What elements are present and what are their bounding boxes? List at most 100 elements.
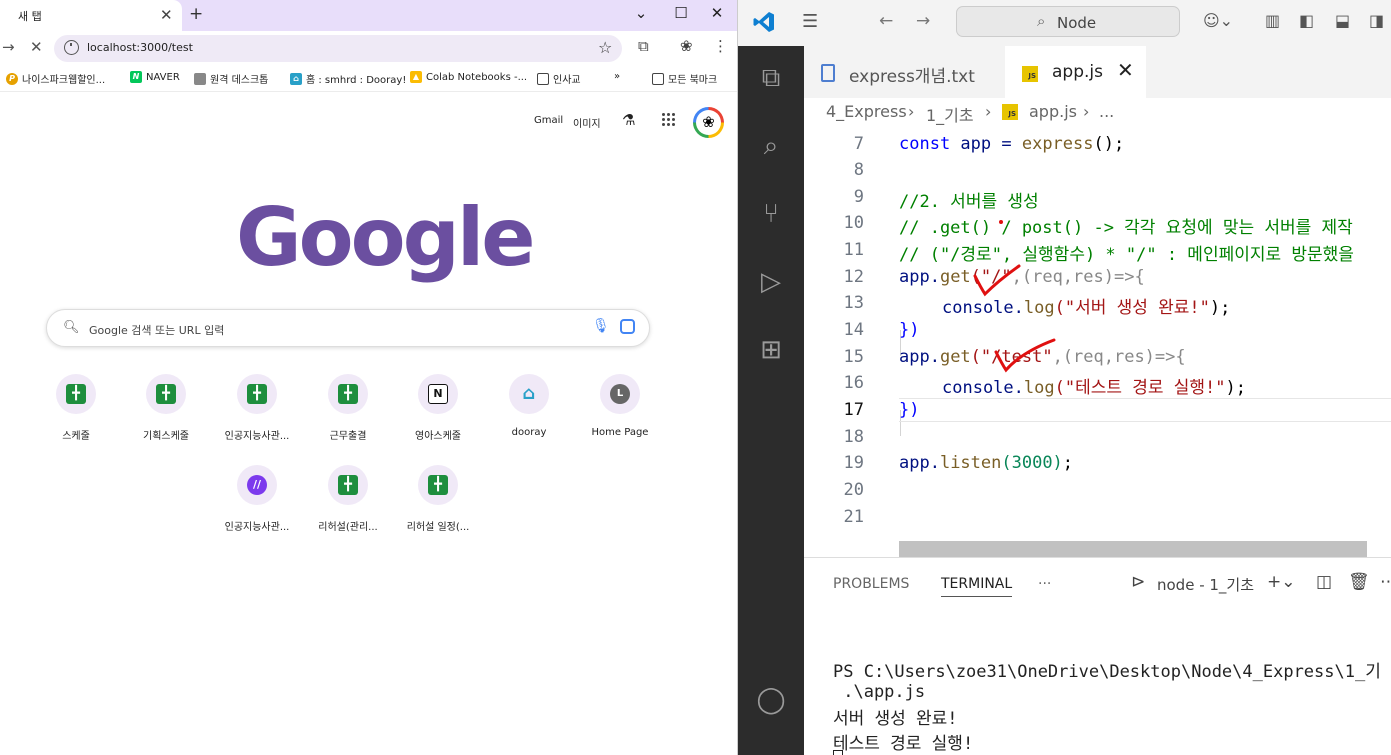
- toggle-secondary-sidebar-icon[interactable]: ◨: [1369, 11, 1384, 30]
- forward-arrow-icon[interactable]: →: [916, 11, 930, 31]
- shortcut-tile[interactable]: ╋ 스케줄: [31, 374, 121, 442]
- shortcut-tile[interactable]: L Home Page: [575, 374, 665, 438]
- address-bar[interactable]: localhost:3000/test ☆: [54, 35, 622, 62]
- stop-loading-icon[interactable]: ✕: [30, 38, 43, 56]
- layout-icon[interactable]: ▥: [1265, 11, 1280, 30]
- tab-problems[interactable]: PROBLEMS: [833, 576, 909, 592]
- split-terminal-icon[interactable]: ◫: [1316, 572, 1332, 592]
- bookmark-star-icon[interactable]: ☆: [598, 38, 612, 57]
- extensions-icon[interactable]: ⧉: [638, 37, 649, 55]
- shortcut-tile[interactable]: ╋ 기획스케줄: [121, 374, 211, 442]
- more-actions-icon[interactable]: ···: [1038, 576, 1051, 592]
- breadcrumb-item[interactable]: app.js: [1029, 102, 1077, 121]
- forward-icon[interactable]: →: [2, 38, 15, 56]
- site-info-icon[interactable]: [64, 40, 79, 55]
- code-line: 21: [843, 507, 864, 527]
- trash-icon[interactable]: 🗑︎: [1348, 572, 1370, 592]
- menu-icon[interactable]: ☰: [802, 11, 818, 32]
- bookmarks-bar: P 나이스파크웹할인... N NAVER 원격 데스크톱 ⌂ 홈 : smhrd :…: [0, 64, 737, 92]
- shortcut-tile[interactable]: // 인공지능사관...: [212, 465, 302, 533]
- code-line: 15 app.get("/test",(req,res)=>{: [843, 347, 1186, 367]
- toggle-sidebar-icon[interactable]: ◧: [1299, 11, 1314, 30]
- copilot-icon[interactable]: ☺⌄: [1203, 11, 1233, 30]
- gmail-link[interactable]: Gmail: [534, 115, 563, 126]
- chrome-menu-icon[interactable]: ⋮: [713, 37, 728, 55]
- bookmark-folder[interactable]: 인사교: [537, 71, 581, 86]
- chrome-tab[interactable]: 새 탭 ✕: [0, 0, 182, 31]
- more-icon[interactable]: ⋯: [1380, 572, 1391, 592]
- tab-express-txt[interactable]: express개념.txt: [804, 46, 1005, 98]
- code-line: 20: [843, 480, 864, 500]
- sheets-icon: ╋: [338, 475, 358, 495]
- google-apps-icon[interactable]: [662, 113, 676, 127]
- shortcut-label: 리허설(관리...: [318, 522, 378, 533]
- new-tab-icon[interactable]: +: [189, 4, 203, 24]
- images-link[interactable]: 이미지: [573, 115, 601, 130]
- shortcut-label: 영아스케줄: [415, 431, 461, 442]
- search-icon: 🔍︎: [63, 320, 80, 335]
- shortcut-tile[interactable]: ╋ 리허설 일정(...: [393, 465, 483, 533]
- tab-terminal[interactable]: TERMINAL: [941, 576, 1013, 597]
- search-box[interactable]: 🔍︎ Google 검색 또는 URL 입력 🎙︎: [46, 309, 650, 347]
- new-terminal-icon[interactable]: +⌄: [1267, 572, 1296, 592]
- shortcut-tile[interactable]: N 영아스케줄: [393, 374, 483, 442]
- bookmark-item[interactable]: P 나이스파크웹할인...: [6, 71, 105, 86]
- terminal-cursor[interactable]: [833, 750, 843, 755]
- sheets-icon: ╋: [338, 384, 358, 404]
- bookmark-item[interactable]: ▲ Colab Notebooks -...: [410, 71, 527, 83]
- code-line: 9//2. 서버를 생성: [853, 187, 1039, 212]
- editor-tabs: express개념.txt JS app.js ✕: [804, 46, 1391, 98]
- code-line: 8: [853, 160, 864, 180]
- url-text[interactable]: localhost:3000/test: [87, 41, 193, 54]
- chrome-toolbar: → ✕ localhost:3000/test ☆ ⧉ ❀ ⋮: [0, 31, 737, 64]
- minimize-icon[interactable]: ⌄: [626, 4, 656, 22]
- account-avatar[interactable]: ❀: [693, 107, 724, 138]
- bookmark-item[interactable]: 원격 데스크톱: [194, 71, 268, 86]
- dooray-icon: ⌂: [290, 72, 302, 85]
- maximize-icon[interactable]: ☐: [666, 4, 696, 22]
- vscode-logo-icon: [753, 12, 774, 32]
- labs-icon[interactable]: ⚗: [622, 111, 635, 129]
- shortcut-tile[interactable]: ⌂ dooray: [484, 374, 574, 438]
- all-bookmarks[interactable]: 모든 북마크: [652, 71, 717, 86]
- tab-close-icon[interactable]: ✕: [160, 6, 173, 24]
- breadcrumb-item[interactable]: 4_Express: [826, 102, 907, 121]
- tab-label: app.js: [1052, 62, 1103, 82]
- profile-icon[interactable]: ❀: [680, 37, 693, 55]
- code-editor[interactable]: 7 const app = express(); 8 9//2. 서버를 생성 1…: [804, 128, 1391, 557]
- shortcut-tile[interactable]: ╋ 인공지능사관...: [212, 374, 302, 442]
- source-control-icon[interactable]: ⑂: [755, 198, 787, 230]
- bookmarks-overflow-icon[interactable]: »: [614, 71, 620, 82]
- bookmark-item[interactable]: ⌂ 홈 : smhrd : Dooray!: [290, 71, 406, 86]
- breadcrumb-item[interactable]: 1_기초: [926, 102, 974, 126]
- command-center[interactable]: ⌕ Node: [956, 6, 1180, 37]
- search-icon[interactable]: ⌕: [755, 130, 787, 162]
- horizontal-scrollbar[interactable]: [899, 541, 1367, 557]
- accounts-icon[interactable]: ◯: [755, 684, 787, 716]
- search-input[interactable]: Google 검색 또는 URL 입력: [89, 322, 224, 338]
- lens-icon[interactable]: [620, 319, 635, 334]
- explorer-icon[interactable]: ⧉: [755, 62, 787, 94]
- bookmark-item[interactable]: N NAVER: [130, 71, 180, 83]
- toggle-panel-icon[interactable]: ⬓: [1335, 11, 1350, 30]
- terminal-icon: ⊳: [1131, 572, 1146, 592]
- notion-icon: N: [428, 384, 448, 404]
- breadcrumb-item[interactable]: ...: [1099, 102, 1114, 121]
- code-line: 19 app.listen(3000);: [843, 453, 1074, 473]
- window-close-icon[interactable]: ✕: [702, 4, 732, 22]
- shortcut-tile[interactable]: ╋ 리허설(관리...: [303, 465, 393, 533]
- command-center-label: Node: [1057, 14, 1097, 32]
- extensions-icon[interactable]: ⊞: [755, 334, 787, 366]
- mic-icon[interactable]: 🎙︎: [592, 318, 610, 334]
- drive-icon: ▲: [410, 71, 422, 83]
- terminal-name[interactable]: node - 1_기초: [1157, 574, 1254, 595]
- slash-logo-icon: //: [247, 475, 267, 495]
- run-debug-icon[interactable]: ▷: [755, 266, 787, 298]
- back-arrow-icon[interactable]: ←: [879, 11, 893, 31]
- letter-l-icon: L: [610, 384, 630, 404]
- tab-app-js[interactable]: JS app.js ✕: [1005, 46, 1146, 98]
- shortcut-tile[interactable]: ╋ 근무출결: [303, 374, 393, 442]
- vscode-window: ☰ ← → ⌕ Node ☺⌄ ▥ ◧ ⬓ ◨ ⧉ ⌕ ⑂ ▷ ⊞ ◯ expr…: [737, 0, 1391, 755]
- tab-close-icon[interactable]: ✕: [1117, 58, 1134, 82]
- text-file-icon: [821, 64, 835, 82]
